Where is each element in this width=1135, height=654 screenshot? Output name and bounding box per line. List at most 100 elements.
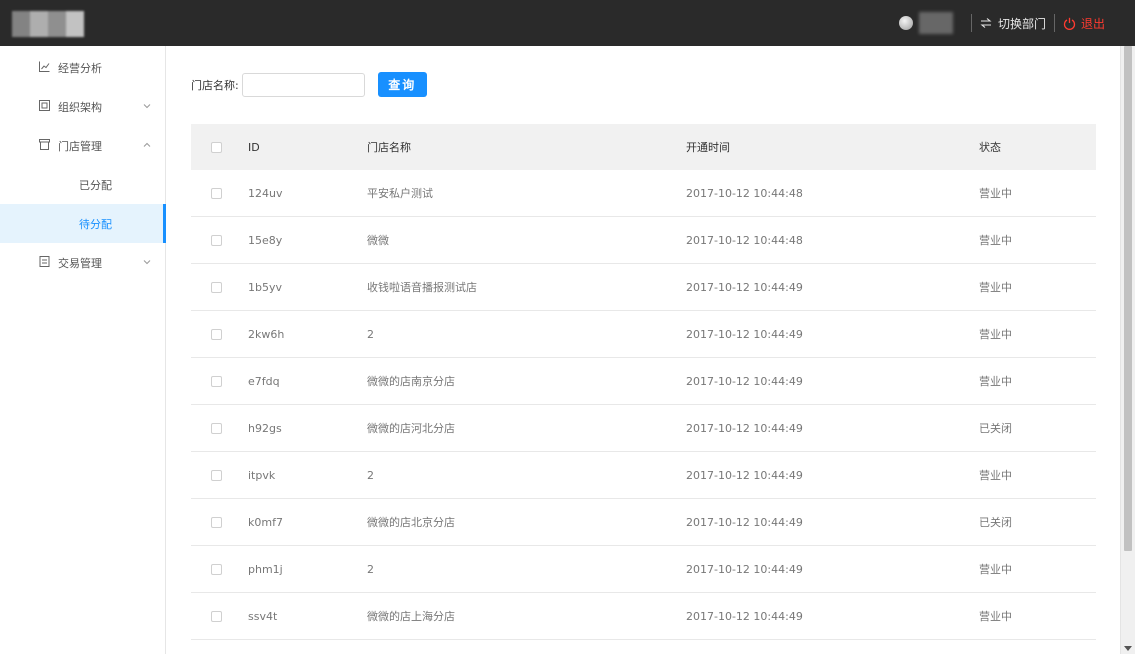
cell-id: h92gs — [248, 421, 282, 435]
store-name-label: 门店名称: — [191, 78, 239, 92]
logout-label: 退出 — [1080, 16, 1105, 31]
cell-status: 已关闭 — [979, 422, 1012, 435]
cell-open-time: 2017-10-12 10:44:49 — [686, 327, 803, 341]
scrollbar-thumb[interactable] — [1124, 46, 1132, 551]
switch-department-label: 切换部门 — [997, 16, 1046, 31]
cell-store-name: 微微 — [367, 234, 389, 247]
cell-open-time: 2017-10-12 10:44:49 — [686, 280, 803, 294]
row-checkbox[interactable] — [211, 563, 222, 575]
main-content: 门店名称: 查询 ID 门店名称 开通时间 状态 124uv 平安私户测试 2017… — [166, 46, 1121, 654]
divider — [1053, 14, 1055, 32]
sidebar-subitem-assigned[interactable]: 已分配 — [0, 165, 165, 204]
row-checkbox[interactable] — [211, 610, 222, 622]
table-row[interactable]: 2kw6h 2 2017-10-12 10:44:49 营业中 — [191, 311, 1096, 358]
divider — [970, 14, 972, 32]
table-row[interactable]: itpvk 2 2017-10-12 10:44:49 营业中 — [191, 452, 1096, 499]
chevron-up-icon — [143, 142, 151, 147]
store-icon — [39, 139, 50, 150]
row-checkbox[interactable] — [211, 516, 222, 528]
sidebar: 经营分析 组织架构 门店管理 已分配 待分配 交易管理 — [0, 46, 166, 654]
table-row[interactable]: ssv4t 微微的店上海分店 2017-10-12 10:44:49 营业中 — [191, 593, 1096, 640]
table-row[interactable]: h92gs 微微的店河北分店 2017-10-12 10:44:49 已关闭 — [191, 405, 1096, 452]
list-icon — [39, 256, 50, 267]
avatar[interactable] — [898, 16, 913, 30]
cell-open-time: 2017-10-12 10:44:49 — [686, 562, 803, 576]
store-name-input[interactable] — [241, 72, 365, 97]
table-row[interactable]: 124uv 平安私户测试 2017-10-12 10:44:48 营业中 — [191, 170, 1096, 217]
sidebar-subitem-unassigned[interactable]: 待分配 — [0, 204, 166, 243]
switch-department-button[interactable]: 切换部门 — [980, 15, 1046, 32]
cell-status: 营业中 — [979, 469, 1012, 482]
table-row[interactable]: 15e8y 微微 2017-10-12 10:44:48 营业中 — [191, 217, 1096, 264]
row-checkbox[interactable] — [211, 187, 222, 199]
sidebar-item-label: 交易管理 — [58, 256, 102, 270]
column-header-open-time: 开通时间 — [686, 141, 730, 154]
cell-id: itpvk — [248, 468, 276, 482]
cell-id: 124uv — [248, 186, 283, 200]
row-checkbox[interactable] — [211, 422, 222, 434]
row-checkbox[interactable] — [211, 469, 222, 481]
cell-store-name: 2 — [367, 562, 374, 576]
sidebar-subitem-label: 已分配 — [79, 178, 112, 192]
sidebar-item-transaction-management[interactable]: 交易管理 — [0, 243, 165, 282]
cell-store-name: 收钱啦语音播报测试店 — [367, 281, 477, 294]
cell-status: 已关闭 — [979, 516, 1012, 529]
row-checkbox[interactable] — [211, 375, 222, 387]
chevron-down-icon — [143, 104, 151, 109]
cell-id: e7fdq — [248, 374, 280, 388]
cell-status: 营业中 — [979, 187, 1012, 200]
cell-store-name: 2 — [367, 327, 374, 341]
sidebar-item-org-structure[interactable]: 组织架构 — [0, 87, 165, 126]
vertical-scrollbar[interactable] — [1120, 46, 1135, 654]
sidebar-item-business-analysis[interactable]: 经营分析 — [0, 48, 165, 87]
cell-status: 营业中 — [979, 234, 1012, 247]
table-body: 124uv 平安私户测试 2017-10-12 10:44:48 营业中 15e8y 微微… — [191, 170, 1096, 640]
column-header-store-name: 门店名称 — [367, 141, 411, 154]
cell-store-name: 平安私户测试 — [367, 187, 433, 200]
store-table: ID 门店名称 开通时间 状态 124uv 平安私户测试 2017-10-12 10… — [191, 124, 1096, 640]
row-checkbox[interactable] — [211, 281, 222, 293]
table-row[interactable]: k0mf7 微微的店北京分店 2017-10-12 10:44:49 已关闭 — [191, 499, 1096, 546]
top-right-actions: 切换部门 退出 — [898, 0, 1105, 46]
cell-id: ssv4t — [248, 609, 278, 623]
table-row[interactable]: 1b5yv 收钱啦语音播报测试店 2017-10-12 10:44:49 营业中 — [191, 264, 1096, 311]
swap-icon — [980, 18, 992, 28]
cell-open-time: 2017-10-12 10:44:48 — [686, 186, 803, 200]
sidebar-item-label: 组织架构 — [58, 100, 102, 114]
cell-store-name: 微微的店南京分店 — [367, 375, 455, 388]
logo[interactable] — [12, 11, 84, 37]
cell-id: 2kw6h — [248, 327, 285, 341]
column-header-status: 状态 — [979, 141, 1001, 154]
cell-open-time: 2017-10-12 10:44:48 — [686, 233, 803, 247]
cell-status: 营业中 — [979, 328, 1012, 341]
sidebar-item-store-management[interactable]: 门店管理 — [0, 126, 165, 165]
cell-id: phm1j — [248, 562, 283, 576]
cell-id: k0mf7 — [248, 515, 283, 529]
row-checkbox[interactable] — [211, 328, 222, 340]
sidebar-subitem-label: 待分配 — [79, 217, 112, 231]
table-header: ID 门店名称 开通时间 状态 — [191, 124, 1096, 170]
cell-open-time: 2017-10-12 10:44:49 — [686, 609, 803, 623]
user-name[interactable] — [918, 12, 953, 34]
row-checkbox[interactable] — [211, 234, 222, 246]
scroll-down-arrow-icon[interactable] — [1124, 646, 1132, 651]
cell-store-name: 微微的店北京分店 — [367, 516, 455, 529]
cell-id: 1b5yv — [248, 280, 282, 294]
cell-open-time: 2017-10-12 10:44:49 — [686, 374, 803, 388]
cell-open-time: 2017-10-12 10:44:49 — [686, 421, 803, 435]
column-header-id: ID — [248, 140, 260, 154]
cell-open-time: 2017-10-12 10:44:49 — [686, 468, 803, 482]
cell-store-name: 微微的店河北分店 — [367, 422, 455, 435]
top-bar: 切换部门 退出 — [0, 0, 1135, 46]
table-row[interactable]: e7fdq 微微的店南京分店 2017-10-12 10:44:49 营业中 — [191, 358, 1096, 405]
logout-button[interactable]: 退出 — [1063, 15, 1105, 32]
select-all-checkbox[interactable] — [211, 141, 222, 153]
cell-store-name: 2 — [367, 468, 374, 482]
line-chart-icon — [39, 61, 50, 72]
org-chart-icon — [39, 100, 50, 111]
chevron-down-icon — [143, 260, 151, 265]
search-button[interactable]: 查询 — [377, 72, 427, 97]
search-form: 门店名称: 查询 — [191, 72, 427, 97]
cell-status: 营业中 — [979, 281, 1012, 294]
table-row[interactable]: phm1j 2 2017-10-12 10:44:49 营业中 — [191, 546, 1096, 593]
